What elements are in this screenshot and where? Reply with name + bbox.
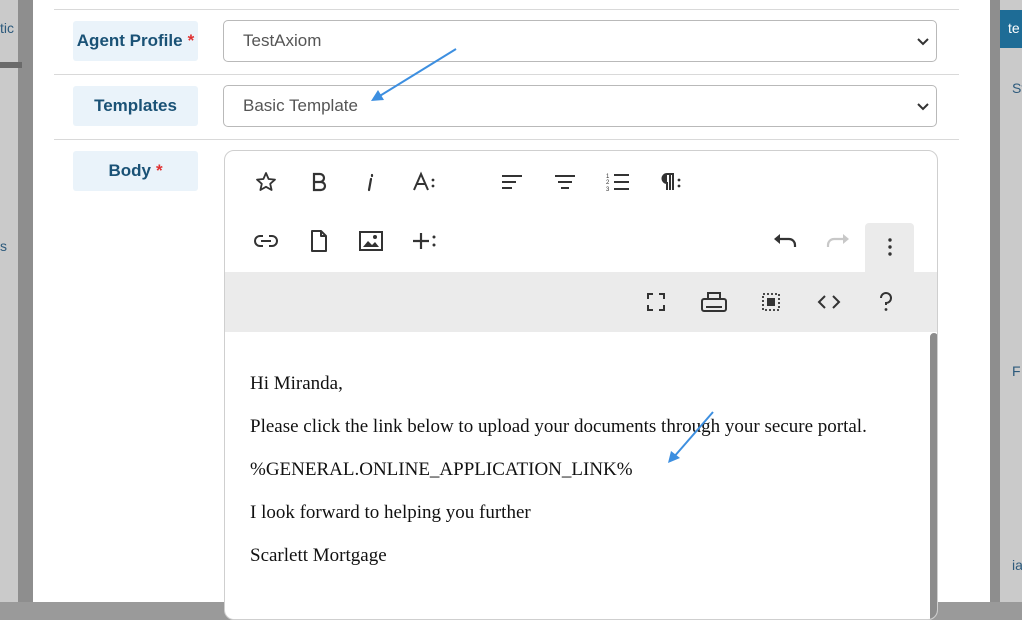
annotation-arrows (371, 48, 714, 463)
annotation-arrow (371, 48, 457, 101)
annotation-arrow (668, 411, 714, 463)
